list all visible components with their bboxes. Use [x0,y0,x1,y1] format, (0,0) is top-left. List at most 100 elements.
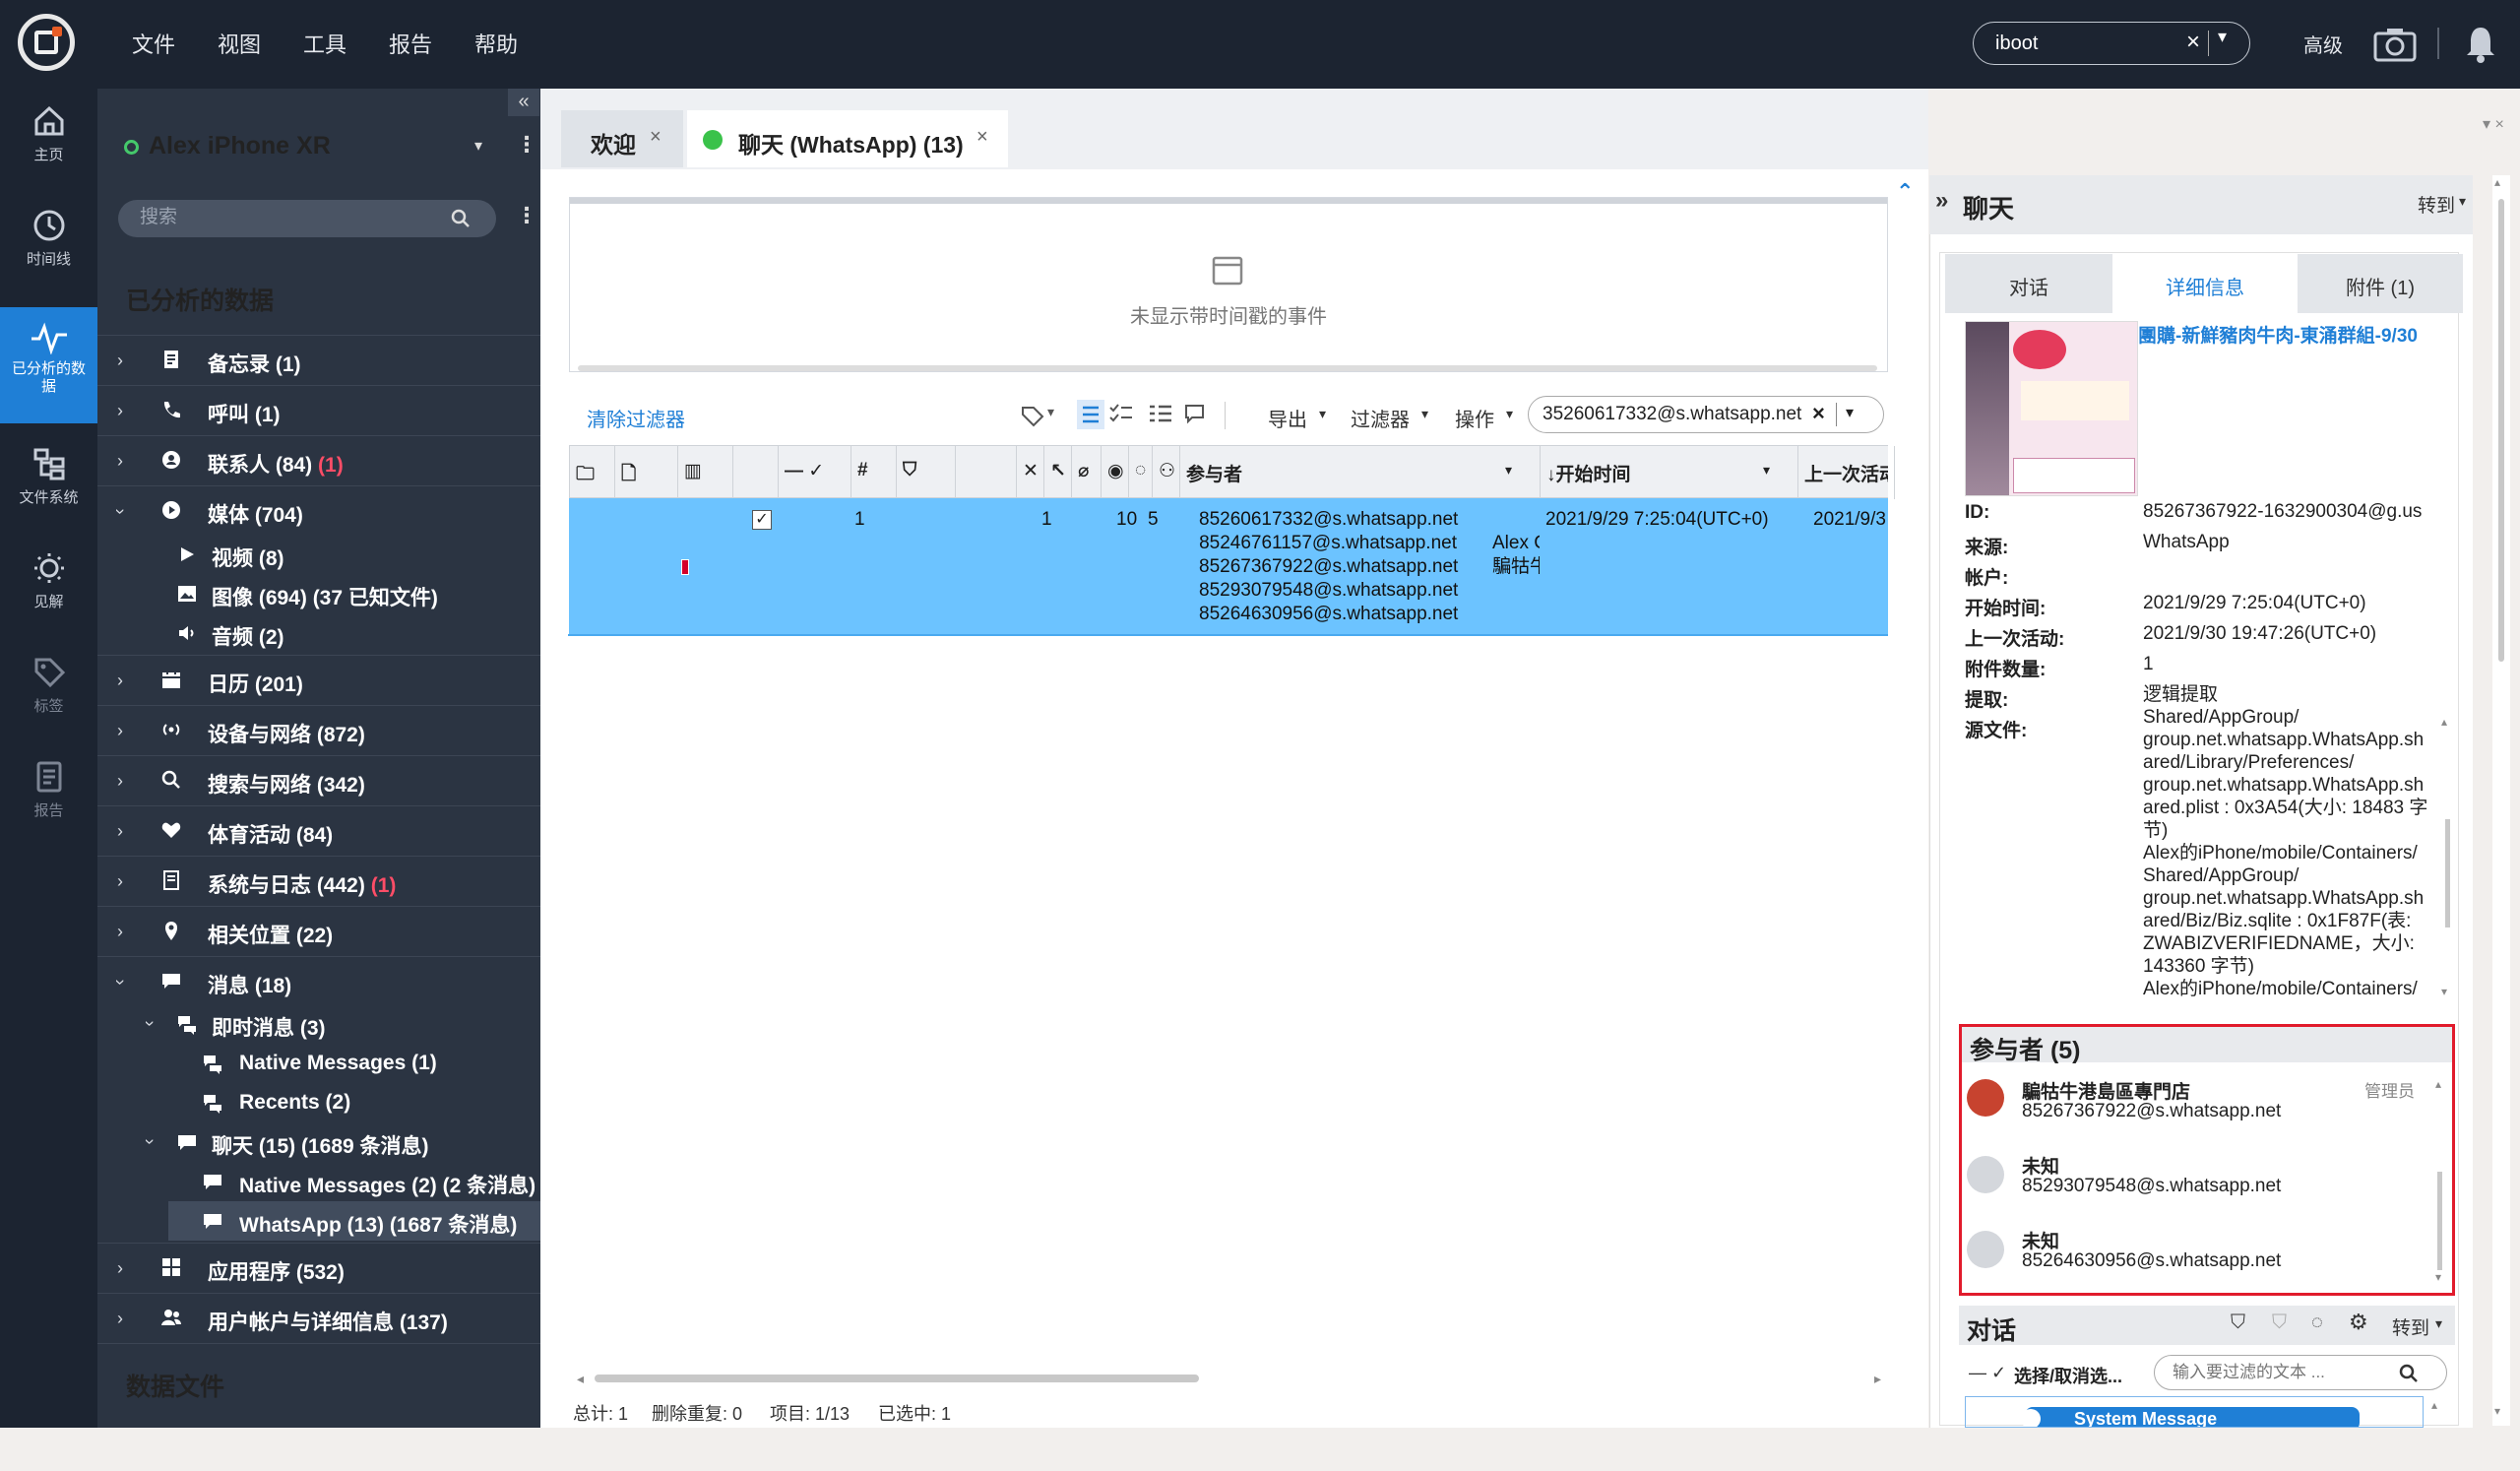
table-row[interactable]: ✓ 1 1 10 5 85260617332@s.whatsapp.net 85… [568,498,1894,636]
participants-scrollbar[interactable] [2437,1172,2442,1270]
collapse-panel-button[interactable]: « [508,89,539,116]
scroll-up-icon[interactable]: ▴ [2441,715,2447,729]
menu-file[interactable]: 文件 [132,28,175,59]
select-toggle[interactable]: 选择/取消选... [2014,1363,2122,1388]
device-name[interactable]: Alex iPhone XR [149,132,331,160]
menu-tools[interactable]: 工具 [303,28,346,59]
checklist-icon[interactable] [1108,402,1134,427]
pin-column-icon[interactable]: ↖ [1044,446,1072,499]
tab-attachments[interactable]: 附件 (1) [2298,254,2463,313]
file-icon[interactable]: 🗋 [615,446,678,499]
tree-item-search-web[interactable]: › 搜索与网络 (342) [97,755,540,804]
clear-filter-link[interactable]: 清除过滤器 [587,404,685,432]
menu-view[interactable]: 视图 [218,28,261,59]
column-last-activity[interactable]: 上一次活动 [1798,446,1895,499]
chevron-down-icon[interactable]: ▾ [1505,462,1512,479]
close-icon[interactable]: × [976,126,988,149]
tree-item-native-messages[interactable]: Native Messages (1) [97,1044,540,1083]
rail-timeline[interactable]: 时间线 [0,195,97,293]
filter-menu[interactable]: 过滤器 [1351,404,1410,432]
tree-item-native-chats[interactable]: Native Messages (2) (2 条消息) [97,1162,540,1201]
tree-item-contacts[interactable]: › 联系人 (84) (1) [97,435,540,484]
column-start-time[interactable]: ↓开始时间 ▾ [1541,446,1798,499]
open-folder-icon[interactable]: 🗀 [570,446,615,499]
column-number[interactable]: # [851,446,897,499]
export-menu[interactable]: 导出 [1268,404,1307,432]
search-icon[interactable] [2399,1364,2419,1383]
collapse-up-icon[interactable]: ⌃ [1896,179,1914,205]
tab-details[interactable]: 详细信息 [2120,254,2290,313]
column-participants[interactable]: 参与者 ▾ [1180,446,1541,499]
participants-column-icon[interactable]: ⚇ [1153,446,1180,499]
tab-menu-icon[interactable]: ▾ × [2483,114,2504,134]
message-preview[interactable]: System Message [1965,1396,2424,1428]
detail-list-icon[interactable] [1148,402,1173,427]
tab-conversation[interactable]: 对话 [1945,254,2112,313]
tree-item-system-logs[interactable]: › 系统与日志 (442) (1) [97,856,540,905]
rail-report[interactable]: 报告 [0,746,97,845]
chat-view-icon[interactable] [1183,402,1211,427]
more-icon[interactable]: ⋮ [516,203,537,228]
tag-filter-icon[interactable] [1020,402,1045,427]
tree-item-calendar[interactable]: › 日历 (201) [97,655,540,704]
tree-item-notes[interactable]: › 备忘录 (1) [97,335,540,384]
scroll-up-icon[interactable]: ▴ [2431,1398,2437,1412]
tree-item-video[interactable]: 视频 (8) [97,535,540,574]
scroll-left-icon[interactable]: ◂ [577,1371,584,1387]
tab-welcome[interactable]: 欢迎 × [561,110,683,167]
tree-item-user-accounts[interactable]: › 用户帐户与详细信息 (137) [97,1293,540,1342]
chevron-down-icon[interactable]: ▾ [1763,462,1770,479]
chevron-down-icon[interactable]: ▾ [474,136,482,156]
list-view-icon[interactable] [1077,400,1104,429]
clear-icon[interactable]: × [2186,29,2200,56]
app-logo[interactable] [18,14,75,71]
tag-remove-icon[interactable]: ⛉ [2272,1311,2287,1334]
tree-item-calls[interactable]: › 呼叫 (1) [97,385,540,434]
goto-menu[interactable]: 转到 [2418,191,2455,218]
horizontal-scrollbar[interactable] [595,1375,1199,1382]
tree-item-devices-network[interactable]: › 设备与网络 (872) [97,705,540,754]
tree-item-recents[interactable]: Recents (2) [97,1083,540,1122]
tag-add-icon[interactable]: ⛉ [2231,1311,2245,1334]
expand-icon[interactable]: » [1935,187,1948,215]
rail-home[interactable]: 主页 [0,91,97,189]
gear-icon[interactable]: ⚙ [2349,1310,2368,1335]
tree-item-messages[interactable]: › 消息 (18) [97,956,540,1005]
scroll-down-icon[interactable]: ▾ [2494,1404,2500,1418]
menu-report[interactable]: 报告 [389,28,432,59]
actions-menu[interactable]: 操作 [1455,404,1494,432]
tag-column-icon[interactable]: ⛉ [897,446,956,499]
tree-item-fitness[interactable]: › 体育活动 (84) [97,805,540,855]
more-icon[interactable]: ⋮ [516,132,537,158]
chevron-down-icon[interactable]: ▾ [1047,404,1054,420]
chat-thumbnail[interactable] [1965,321,2138,496]
tab-chat-whatsapp[interactable]: 聊天 (WhatsApp) (13) × [687,110,1008,167]
scroll-down-icon[interactable]: ▾ [2435,1270,2441,1284]
tree-item-chats[interactable]: › 聊天 (15) (1689 条消息) [97,1122,540,1162]
close-icon[interactable]: × [650,126,662,149]
participant-item[interactable]: 未知 85264630956@s.whatsapp.net [1967,1227,2429,1280]
tree-item-instant-messages[interactable]: › 即时消息 (3) [97,1004,540,1044]
participant-filter[interactable]: 35260617332@s.whatsapp.net × ▾ [1528,396,1884,433]
select-toggle-icon[interactable]: — ✓ [1969,1363,2006,1383]
participant-item[interactable]: 未知 85293079548@s.whatsapp.net [1967,1152,2429,1205]
menu-help[interactable]: 帮助 [474,28,518,59]
tree-item-apps[interactable]: › 应用程序 (532) [97,1243,540,1292]
scroll-up-icon[interactable]: ▴ [2494,175,2500,189]
bell-icon[interactable] [2465,24,2496,63]
chevron-down-icon[interactable]: ▾ [2218,27,2227,47]
tree-filter-input[interactable] [140,207,435,228]
row-checkbox[interactable]: ✓ [752,510,772,530]
scroll-down-icon[interactable]: ▾ [2441,985,2447,998]
conversation-filter-input[interactable] [2173,1363,2389,1382]
deleted-column-icon[interactable]: ✕ [1017,446,1044,499]
source-scrollbar[interactable] [2445,819,2450,927]
rail-tags[interactable]: 标签 [0,642,97,740]
vertical-scrollbar[interactable] [2498,199,2504,662]
column-filter-icon[interactable]: ▥ [678,446,733,499]
rail-file-system[interactable]: 文件系统 [0,433,97,532]
global-search-input[interactable] [1995,31,2192,56]
chat-bubbles-icon[interactable]: ◌ [2311,1311,2323,1334]
tree-item-audio[interactable]: 音频 (2) [97,613,540,653]
tree-item-locations[interactable]: › 相关位置 (22) [97,906,540,955]
